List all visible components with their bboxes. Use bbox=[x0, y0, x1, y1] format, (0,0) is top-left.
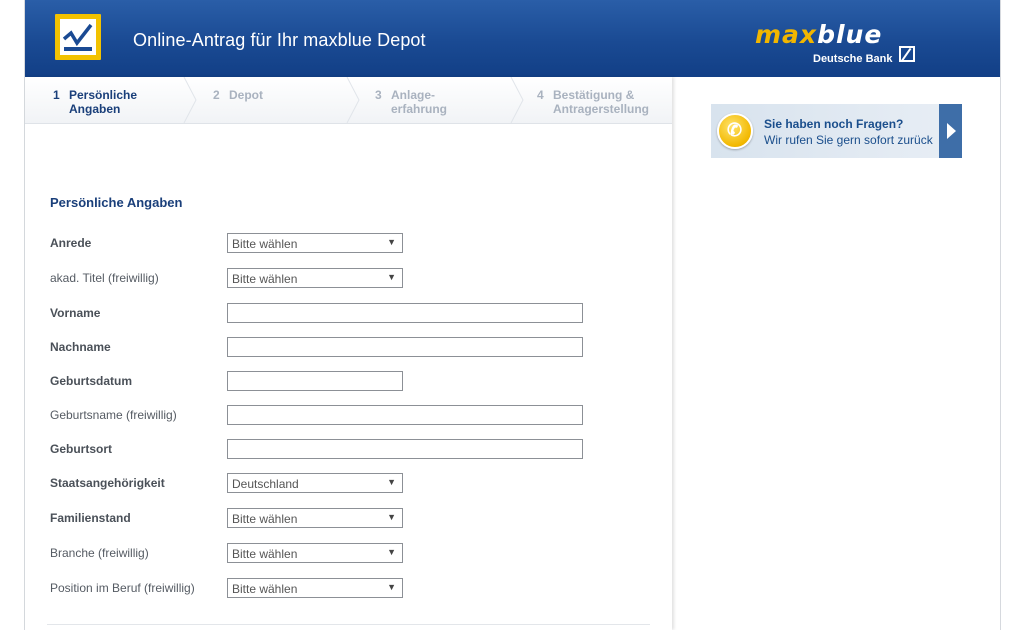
step-number: 3 bbox=[375, 88, 382, 102]
logo-chart-icon bbox=[60, 19, 96, 55]
branche-select[interactable]: Bitte wählen ▼ bbox=[227, 543, 403, 563]
step-number: 4 bbox=[537, 88, 544, 102]
brand-wordmark: maxblue bbox=[755, 20, 882, 49]
step-number: 2 bbox=[213, 88, 220, 102]
select-value: Bitte wählen bbox=[232, 237, 298, 251]
position-select[interactable]: Bitte wählen ▼ bbox=[227, 578, 403, 598]
position-label: Position im Beruf (freiwillig) bbox=[50, 581, 195, 595]
section-divider bbox=[47, 624, 650, 625]
section-title: Persönliche Angaben bbox=[50, 195, 183, 210]
branche-label: Branche (freiwillig) bbox=[50, 546, 149, 560]
brand-part2: blue bbox=[817, 20, 883, 49]
deutsche-bank-logo-icon bbox=[899, 46, 915, 62]
select-value: Deutschland bbox=[232, 477, 299, 491]
step-divider bbox=[510, 77, 524, 123]
vorname-input[interactable] bbox=[227, 303, 583, 323]
phone-icon: ✆ bbox=[717, 113, 753, 149]
dropdown-arrow-icon: ▼ bbox=[387, 582, 396, 592]
select-value: Bitte wählen bbox=[232, 512, 298, 526]
dropdown-arrow-icon: ▼ bbox=[387, 272, 396, 282]
dropdown-arrow-icon: ▼ bbox=[387, 512, 396, 522]
frame-edge-right bbox=[1000, 0, 1001, 630]
titel-label: akad. Titel (freiwillig) bbox=[50, 271, 159, 285]
brand-x: x bbox=[799, 20, 818, 49]
step-divider bbox=[346, 77, 360, 123]
select-value: Bitte wählen bbox=[232, 272, 298, 286]
geburtsort-label: Geburtsort bbox=[50, 442, 113, 456]
brand-part1: ma bbox=[755, 20, 800, 49]
anrede-label: Anrede bbox=[50, 236, 92, 250]
callback-banner[interactable]: ✆ Sie haben noch Fragen? Wir rufen Sie g… bbox=[711, 104, 962, 158]
geburtsname-input[interactable] bbox=[227, 405, 583, 425]
titel-select[interactable]: Bitte wählen ▼ bbox=[227, 268, 403, 288]
callback-subline: Wir rufen Sie gern sofort zurück bbox=[764, 133, 933, 147]
step-label: Anlage-erfahrung bbox=[391, 88, 448, 116]
familienstand-label: Familienstand bbox=[50, 511, 131, 525]
geburtsdatum-label: Geburtsdatum bbox=[50, 374, 133, 388]
staatsangehoerigkeit-label: Staatsangehörigkeit bbox=[50, 476, 165, 490]
dropdown-arrow-icon: ▼ bbox=[387, 237, 396, 247]
header: Online-Antrag für Ihr maxblue Depot maxb… bbox=[25, 0, 1000, 77]
step-label: Persönliche Angaben bbox=[69, 88, 138, 116]
geburtsdatum-input[interactable] bbox=[227, 371, 403, 391]
geburtsname-label: Geburtsname (freiwillig) bbox=[50, 408, 177, 422]
callback-headline: Sie haben noch Fragen? bbox=[764, 117, 904, 131]
staatsangehoerigkeit-select[interactable]: Deutschland ▼ bbox=[227, 473, 403, 493]
step-divider bbox=[183, 77, 197, 123]
dropdown-arrow-icon: ▼ bbox=[387, 477, 396, 487]
nachname-label: Nachname bbox=[50, 340, 111, 354]
nachname-input[interactable] bbox=[227, 337, 583, 357]
progress-steps: 1 Persönliche Angaben 2 Depot 3 Anlage-er… bbox=[25, 77, 672, 124]
step-label: Bestätigung & Antragerstellung bbox=[553, 88, 650, 116]
brand-subtitle: Deutsche Bank bbox=[813, 53, 893, 65]
maxblue-logo[interactable] bbox=[55, 14, 101, 60]
select-value: Bitte wählen bbox=[232, 582, 298, 596]
step-number: 1 bbox=[53, 88, 60, 102]
vorname-label: Vorname bbox=[50, 306, 101, 320]
geburtsort-input[interactable] bbox=[227, 439, 583, 459]
select-value: Bitte wählen bbox=[232, 547, 298, 561]
anrede-select[interactable]: Bitte wählen ▼ bbox=[227, 233, 403, 253]
chevron-right-icon[interactable] bbox=[939, 104, 962, 158]
step-label: Depot bbox=[229, 88, 263, 102]
page-title: Online-Antrag für Ihr maxblue Depot bbox=[133, 30, 426, 50]
dropdown-arrow-icon: ▼ bbox=[387, 547, 396, 557]
familienstand-select[interactable]: Bitte wählen ▼ bbox=[227, 508, 403, 528]
